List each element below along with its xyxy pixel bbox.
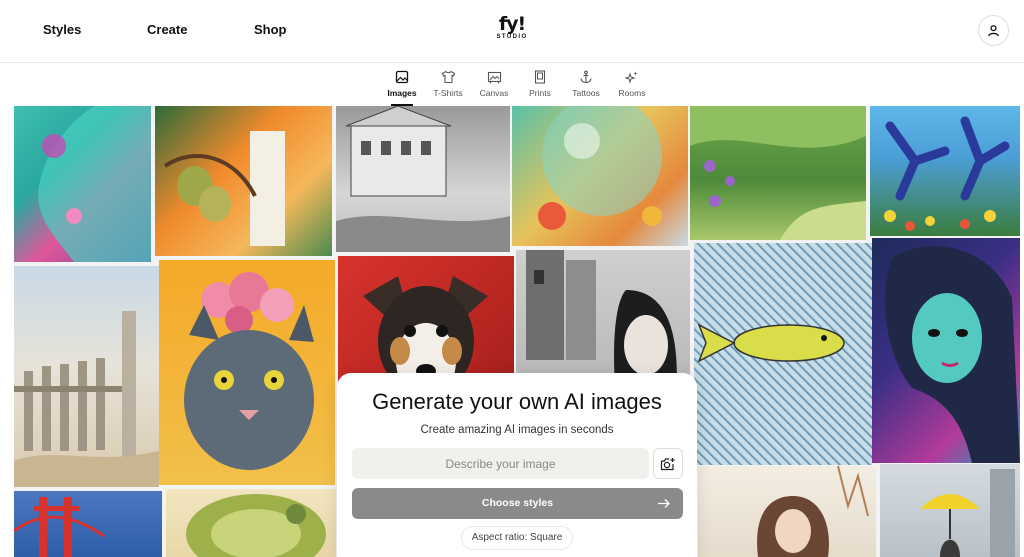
tab-rooms-label: Rooms <box>618 88 646 98</box>
anchor-icon <box>580 70 592 84</box>
dancers-art <box>884 116 1010 231</box>
yellow-umbrella-art <box>920 469 1015 557</box>
upload-photo-button[interactable] <box>653 448 683 479</box>
gallery-image-anime-girl[interactable] <box>872 238 1020 463</box>
gallery-image-bubble[interactable] <box>512 106 688 246</box>
logo-subtitle: STUDIO <box>496 34 528 40</box>
flower-cat-art <box>184 272 314 470</box>
nav-create-link[interactable]: Create <box>147 22 187 37</box>
print-frame-icon <box>534 70 546 84</box>
gallery-image-dancers[interactable] <box>870 106 1020 236</box>
category-tabs: Images T-Shirts Canvas Prints Tattoos Ro… <box>0 64 1024 106</box>
nav-shop-link[interactable]: Shop <box>254 22 287 37</box>
gallery-image-green-bowl[interactable] <box>166 489 336 557</box>
tab-tshirts-label: T-Shirts <box>433 88 463 98</box>
choose-styles-button[interactable]: Choose styles <box>352 488 683 519</box>
logo-wordmark: fy! <box>498 13 526 35</box>
yellow-fish-art <box>697 323 845 363</box>
arrow-right-icon <box>658 499 670 508</box>
gallery-image-teal-face[interactable] <box>14 106 151 262</box>
tab-prints[interactable]: Prints <box>515 70 565 106</box>
tab-tattoos-label: Tattoos <box>572 88 600 98</box>
sparkle-icon <box>625 71 638 84</box>
generator-title: Generate your own AI images <box>372 389 662 414</box>
tab-prints-label: Prints <box>529 88 551 98</box>
gallery-image-yellow-umbrella[interactable] <box>880 464 1020 557</box>
teal-face-art <box>38 106 151 262</box>
account-button[interactable] <box>978 15 1009 46</box>
generator-subtitle: Create amazing AI images in seconds <box>420 424 614 436</box>
gallery-image-golden-gate[interactable] <box>14 491 162 557</box>
gallery-image-green-landscape[interactable] <box>690 106 866 240</box>
choose-styles-label: Choose styles <box>481 497 554 509</box>
top-navigation-bar: Styles Create Shop fy! STUDIO <box>0 0 1024 63</box>
nav-styles-link[interactable]: Styles <box>43 22 81 37</box>
fy-studio-logo[interactable]: fy! STUDIO <box>492 15 532 45</box>
image-icon <box>395 70 409 84</box>
tab-canvas[interactable]: Canvas <box>469 70 519 106</box>
golden-gate-art <box>14 497 105 557</box>
gallery-image-sketch-woman[interactable] <box>698 466 876 557</box>
tab-rooms[interactable]: Rooms <box>607 70 657 106</box>
camera-plus-icon <box>660 457 675 470</box>
anime-girl-art <box>884 246 1020 463</box>
gallery-image-yellow-fish[interactable] <box>694 243 872 465</box>
pencil-building-art <box>336 106 510 252</box>
tab-tattoos[interactable]: Tattoos <box>561 70 611 106</box>
gallery-image-flower-cat[interactable] <box>159 260 335 485</box>
bubble-art <box>538 106 662 230</box>
canvas-icon <box>487 71 501 84</box>
gallery-image-figs[interactable] <box>155 106 332 256</box>
tab-tshirts[interactable]: T-Shirts <box>423 70 473 106</box>
beach-fence-art <box>14 311 159 487</box>
green-landscape-art <box>690 106 866 240</box>
tshirt-icon <box>441 70 455 84</box>
ai-generator-card: Generate your own AI images Create amazi… <box>337 373 697 557</box>
aspect-ratio-selector[interactable]: Aspect ratio: Square <box>461 526 573 550</box>
tab-images-label: Images <box>387 88 417 98</box>
figs-art <box>163 131 285 246</box>
describe-image-input[interactable] <box>352 448 649 479</box>
user-icon <box>988 25 999 37</box>
tab-canvas-label: Canvas <box>479 88 509 98</box>
gallery-image-pencil-building[interactable] <box>336 106 510 252</box>
gallery-image-beach-fence[interactable] <box>14 266 159 487</box>
green-bowl-art <box>186 494 326 557</box>
tab-images[interactable]: Images <box>377 70 427 106</box>
sketch-woman-art <box>757 466 869 557</box>
